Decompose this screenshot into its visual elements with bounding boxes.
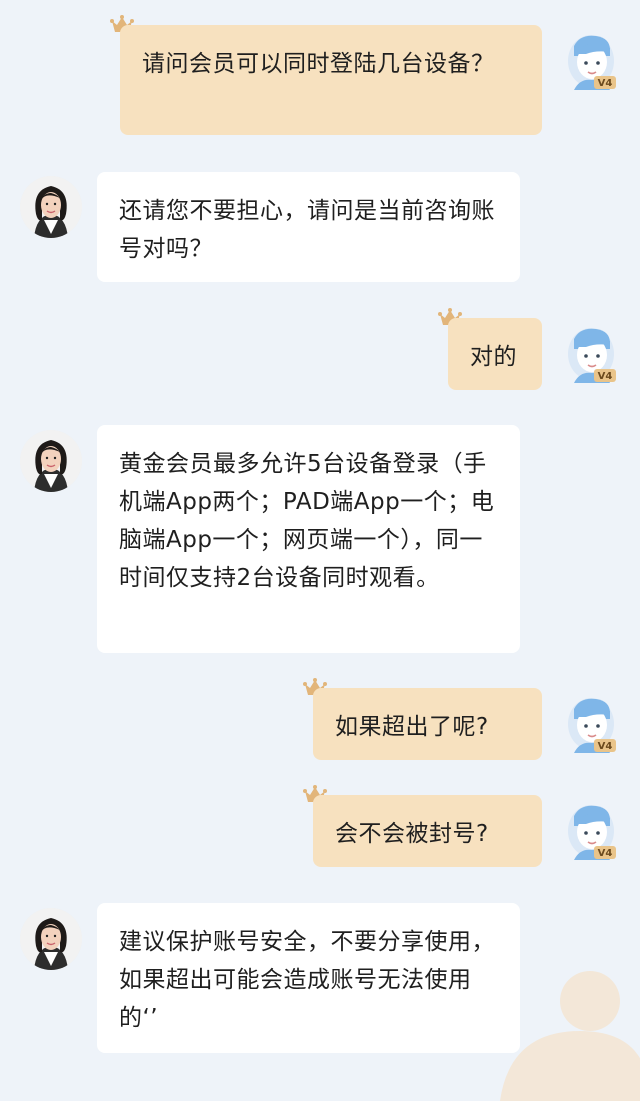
- message-bubble-agent[interactable]: 还请您不要担心，请问是当前咨询账号对吗？: [97, 172, 520, 282]
- message-bubble-user[interactable]: 对的: [448, 318, 542, 390]
- message-bubble-user[interactable]: 会不会被封号?: [313, 795, 542, 867]
- level-badge: V4: [598, 78, 613, 89]
- message-bubble-user[interactable]: 如果超出了呢?: [313, 688, 542, 760]
- chat-thread: 请问会员可以同时登陆几台设备？ V4 还请您不要担心，请问是当前咨询账号对吗？ …: [0, 0, 640, 1101]
- user-avatar-icon[interactable]: V4: [566, 802, 616, 860]
- message-bubble-agent[interactable]: 黄金会员最多允许5台设备登录（手机端App两个；PAD端App一个；电脑端App…: [97, 425, 520, 653]
- agent-avatar-icon[interactable]: [20, 908, 82, 970]
- level-badge: V4: [598, 741, 613, 752]
- message-bubble-user[interactable]: 请问会员可以同时登陆几台设备？: [120, 25, 542, 135]
- message-bubble-agent[interactable]: 建议保护账号安全，不要分享使用，如果超出可能会造成账号无法使用的‘’: [97, 903, 520, 1053]
- level-badge: V4: [598, 371, 613, 382]
- user-avatar-icon[interactable]: V4: [566, 695, 616, 753]
- level-badge: V4: [598, 848, 613, 859]
- user-avatar-icon[interactable]: V4: [566, 325, 616, 383]
- user-avatar-icon[interactable]: V4: [566, 32, 616, 90]
- agent-avatar-icon[interactable]: [20, 176, 82, 238]
- agent-avatar-icon[interactable]: [20, 430, 82, 492]
